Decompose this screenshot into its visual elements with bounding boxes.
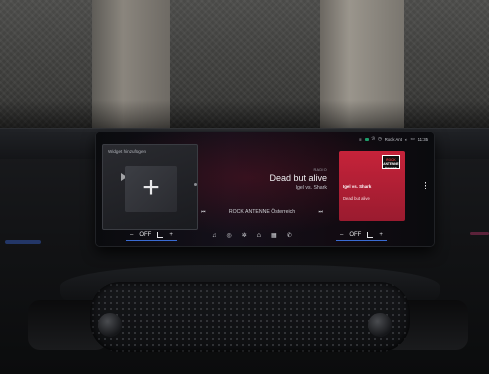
temp-decrease-left-button[interactable]: – (130, 232, 133, 238)
bluetooth-icon: ℬ (371, 136, 375, 141)
wifi-icon: ≡ (359, 136, 362, 142)
climate-driver: – OFF + (126, 232, 177, 241)
logo-line-2: ANTENNE (383, 162, 399, 166)
temp-right-value: OFF (349, 232, 362, 238)
status-bar: ≡ ℬ ◷ Rock Ant ◐ ▭ 11:35 (359, 135, 428, 143)
more-options-icon[interactable] (424, 182, 426, 189)
speaker-grille (90, 282, 410, 352)
track-artist: Igel vs. Shark (295, 185, 327, 191)
car-interior-scene: ≡ ℬ ◷ Rock Ant ◐ ▭ 11:35 Widget hinzufüg… (0, 0, 489, 374)
vent-knob-right[interactable] (368, 313, 392, 337)
phone-icon[interactable]: ✆ (287, 232, 292, 239)
temp-increase-left-button[interactable]: + (169, 232, 173, 238)
grid-icon[interactable]: ▦ (271, 232, 277, 239)
radio-icon: ◷ (377, 136, 382, 141)
seat-heat-left-icon[interactable] (157, 232, 164, 238)
page-indicator-dot (194, 183, 197, 186)
home-icon[interactable]: ⌂ (257, 232, 261, 239)
nav-bar: ♫ ◎ ✲ ⌂ ▦ ✆ (212, 232, 292, 239)
add-widget-button[interactable]: + (125, 166, 177, 212)
station-row: ⏮ ROCK ANTENNE Österreich ⏭ (201, 209, 323, 215)
infotainment-display: ≡ ℬ ◷ Rock Ant ◐ ▭ 11:35 Widget hinzufüg… (96, 132, 434, 246)
logo-line-3: Österreich (385, 167, 397, 170)
climate-passenger: – OFF + (336, 232, 387, 241)
card-title: Dead but alive (343, 196, 370, 201)
add-widget-title: Widget hinzufügen (108, 149, 147, 154)
vent-knob-left[interactable] (98, 313, 122, 337)
plus-icon: + (142, 171, 160, 204)
add-widget-panel[interactable]: Widget hinzufügen + (102, 144, 198, 230)
fan-icon[interactable]: ✲ (242, 232, 247, 239)
card-artist: Igel vs. Shark (343, 184, 372, 189)
music-icon[interactable]: ♫ (212, 233, 217, 239)
track-title: Dead but alive (269, 173, 327, 183)
temp-increase-right-button[interactable]: + (379, 232, 383, 238)
album-art-card[interactable]: ROCK ANTENNE Österreich Igel vs. Shark D… (339, 151, 405, 221)
battery-icon: ▭ (410, 136, 415, 141)
temp-left-value: OFF (139, 232, 152, 238)
station-logo: ROCK ANTENNE Österreich (382, 155, 400, 170)
status-station: Rock Ant (384, 136, 402, 142)
bottom-bar: – OFF + ♫ ◎ ✲ ⌂ ▦ ✆ – OFF + (96, 230, 434, 246)
seat-heat-right-icon[interactable] (367, 232, 374, 238)
station-name: ROCK ANTENNE Österreich (228, 209, 296, 215)
mic-icon: ◐ (404, 136, 408, 142)
status-time: 11:35 (417, 136, 428, 142)
apps-icon[interactable]: ◎ (227, 232, 232, 239)
source-label: RADIO (313, 168, 327, 172)
camera-icon (364, 137, 369, 141)
skip-back-icon[interactable]: ⏮ (201, 209, 206, 215)
temp-decrease-right-button[interactable]: – (340, 232, 343, 238)
skip-forward-icon[interactable]: ⏭ (318, 209, 323, 215)
ambient-light-right (470, 232, 489, 235)
ambient-light-left (5, 240, 41, 244)
